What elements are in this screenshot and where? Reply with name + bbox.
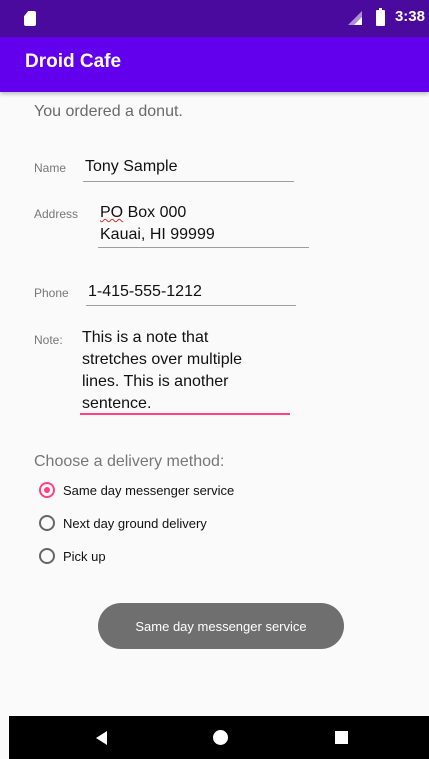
- radio-same-day[interactable]: Same day messenger service: [39, 479, 234, 501]
- note-line: lines. This is another: [82, 373, 229, 390]
- home-icon[interactable]: [213, 730, 228, 745]
- radio-checked-icon: [39, 482, 55, 498]
- name-label: Name: [34, 161, 67, 175]
- address-line-1-rest: Box 000: [123, 204, 187, 221]
- navigation-bar: [9, 716, 429, 759]
- back-icon[interactable]: [96, 731, 107, 745]
- app-title: Droid Cafe: [25, 51, 122, 72]
- address-field-underline: [98, 247, 309, 248]
- address-line-1: PO Box 000: [100, 202, 215, 224]
- signal-icon: [348, 11, 362, 25]
- app-bar: Droid Cafe: [0, 37, 429, 92]
- name-field-underline: [83, 181, 294, 182]
- status-bar: 3:38: [0, 0, 429, 37]
- phone-field-underline: [86, 305, 296, 306]
- radio-next-day[interactable]: Next day ground delivery: [39, 512, 207, 534]
- radio-label: Pick up: [63, 548, 106, 564]
- order-message: You ordered a donut.: [34, 103, 183, 120]
- delivery-prompt: Choose a delivery method:: [34, 453, 225, 470]
- sim-card-icon: [24, 11, 36, 26]
- note-field-underline-focused: [80, 413, 290, 415]
- battery-icon: [376, 8, 385, 26]
- address-line-2: Kauai, HI 99999: [100, 226, 215, 243]
- address-label: Address: [34, 207, 79, 221]
- address-value: PO Box 000 Kauai, HI 99999: [100, 202, 215, 246]
- radio-unchecked-icon: [39, 515, 55, 531]
- name-value: Tony Sample: [85, 158, 178, 175]
- note-line: sentence.: [82, 395, 152, 412]
- status-time: 3:38: [394, 8, 425, 25]
- note-label: Note:: [34, 333, 63, 347]
- radio-label: Same day messenger service: [63, 482, 235, 498]
- note-line: stretches over multiple: [82, 351, 243, 368]
- address-po-misspelled: PO: [100, 204, 124, 221]
- radio-label: Next day ground delivery: [63, 515, 207, 531]
- phone-value: 1-415-555-1212: [88, 283, 202, 300]
- recents-icon[interactable]: [335, 731, 348, 744]
- note-line: This is a note that: [82, 329, 209, 346]
- note-value: This is a note that stretches over multi…: [82, 327, 242, 415]
- radio-unchecked-icon: [39, 548, 55, 564]
- toast-message: Same day messenger service: [98, 603, 344, 649]
- radio-pick-up[interactable]: Pick up: [39, 545, 106, 567]
- phone-label: Phone: [34, 286, 69, 300]
